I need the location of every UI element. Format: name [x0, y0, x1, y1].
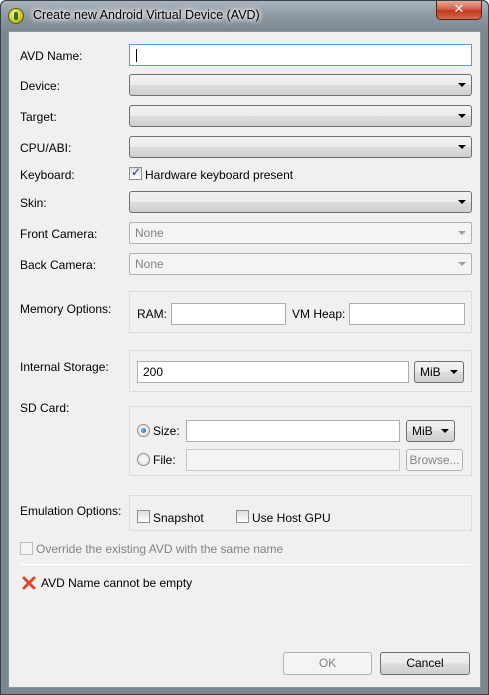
- chevron-down-icon: [458, 83, 466, 87]
- keyboard-label: Keyboard:: [20, 168, 75, 182]
- internal-storage-label: Internal Storage:: [20, 360, 109, 374]
- sd-size-label[interactable]: Size:: [153, 424, 180, 438]
- sd-file-radio[interactable]: [137, 453, 150, 466]
- device-label: Device:: [20, 79, 61, 93]
- dialog-content: AVD Name: Device: Target: CPU/ABI: Keybo…: [8, 31, 481, 688]
- sd-size-unit-select[interactable]: MiB: [406, 420, 455, 442]
- skin-select[interactable]: [129, 191, 472, 213]
- vm-heap-input[interactable]: [349, 303, 465, 325]
- sd-card-label: SD Card:: [20, 401, 70, 415]
- cancel-button[interactable]: Cancel: [380, 652, 470, 675]
- error-x-icon: [22, 576, 36, 590]
- back-camera-select[interactable]: None: [129, 253, 472, 275]
- device-select[interactable]: [129, 74, 472, 96]
- chevron-down-icon: [458, 262, 466, 266]
- internal-storage-unit-value: MiB: [420, 365, 441, 379]
- chevron-down-icon: [458, 145, 466, 149]
- hardware-keyboard-label[interactable]: Hardware keyboard present: [145, 168, 293, 182]
- use-host-gpu-label[interactable]: Use Host GPU: [252, 511, 331, 525]
- back-camera-value: None: [135, 257, 164, 271]
- internal-storage-unit-select[interactable]: MiB: [414, 361, 464, 383]
- use-host-gpu-checkbox[interactable]: [236, 510, 249, 523]
- emulation-options-group: Snapshot Use Host GPU: [129, 495, 472, 531]
- internal-storage-input[interactable]: 200: [137, 361, 409, 383]
- vm-heap-label: VM Heap:: [292, 307, 346, 321]
- ram-label: RAM:: [137, 307, 167, 321]
- text-caret: [136, 49, 137, 62]
- chevron-down-icon: [458, 200, 466, 204]
- emulation-options-label: Emulation Options:: [20, 504, 122, 518]
- ram-input[interactable]: [171, 303, 286, 325]
- chevron-down-icon: [458, 114, 466, 118]
- memory-options-label: Memory Options:: [20, 302, 112, 316]
- target-label: Target:: [20, 110, 57, 124]
- front-camera-label: Front Camera:: [20, 227, 98, 241]
- front-camera-value: None: [135, 226, 164, 240]
- error-message: AVD Name cannot be empty: [41, 576, 193, 590]
- cpu-abi-label: CPU/ABI:: [20, 141, 72, 155]
- separator-line: [20, 564, 471, 565]
- internal-storage-group: 200 MiB: [129, 350, 472, 392]
- skin-label: Skin:: [20, 196, 47, 210]
- sd-card-group: Size: MiB File: Browse...: [129, 406, 472, 476]
- ok-button[interactable]: OK: [283, 652, 372, 675]
- sd-size-radio[interactable]: [137, 424, 150, 437]
- snapshot-checkbox[interactable]: [137, 510, 150, 523]
- android-app-icon: [8, 8, 24, 24]
- title-bar[interactable]: Create new Android Virtual Device (AVD) …: [1, 1, 488, 31]
- front-camera-select[interactable]: None: [129, 222, 472, 244]
- back-camera-label: Back Camera:: [20, 258, 97, 272]
- memory-options-group: RAM: VM Heap:: [129, 291, 472, 333]
- dialog-window: Create new Android Virtual Device (AVD) …: [0, 0, 489, 695]
- chevron-down-icon: [450, 370, 458, 374]
- sd-size-unit-value: MiB: [412, 424, 433, 438]
- window-title: Create new Android Virtual Device (AVD): [33, 8, 260, 22]
- target-select[interactable]: [129, 105, 472, 127]
- cpu-abi-select[interactable]: [129, 136, 472, 158]
- sd-size-input[interactable]: [186, 420, 400, 442]
- snapshot-label[interactable]: Snapshot: [153, 511, 204, 525]
- chevron-down-icon: [441, 429, 449, 433]
- override-checkbox[interactable]: [20, 542, 33, 555]
- avd-name-input[interactable]: [129, 44, 472, 66]
- avd-name-label: AVD Name:: [20, 49, 83, 63]
- override-label[interactable]: Override the existing AVD with the same …: [36, 542, 283, 556]
- browse-button[interactable]: Browse...: [406, 449, 463, 471]
- sd-file-label[interactable]: File:: [153, 453, 176, 467]
- close-button[interactable]: ✕: [436, 1, 482, 20]
- chevron-down-icon: [458, 231, 466, 235]
- hardware-keyboard-checkbox[interactable]: [129, 165, 142, 180]
- sd-file-input[interactable]: [186, 449, 400, 471]
